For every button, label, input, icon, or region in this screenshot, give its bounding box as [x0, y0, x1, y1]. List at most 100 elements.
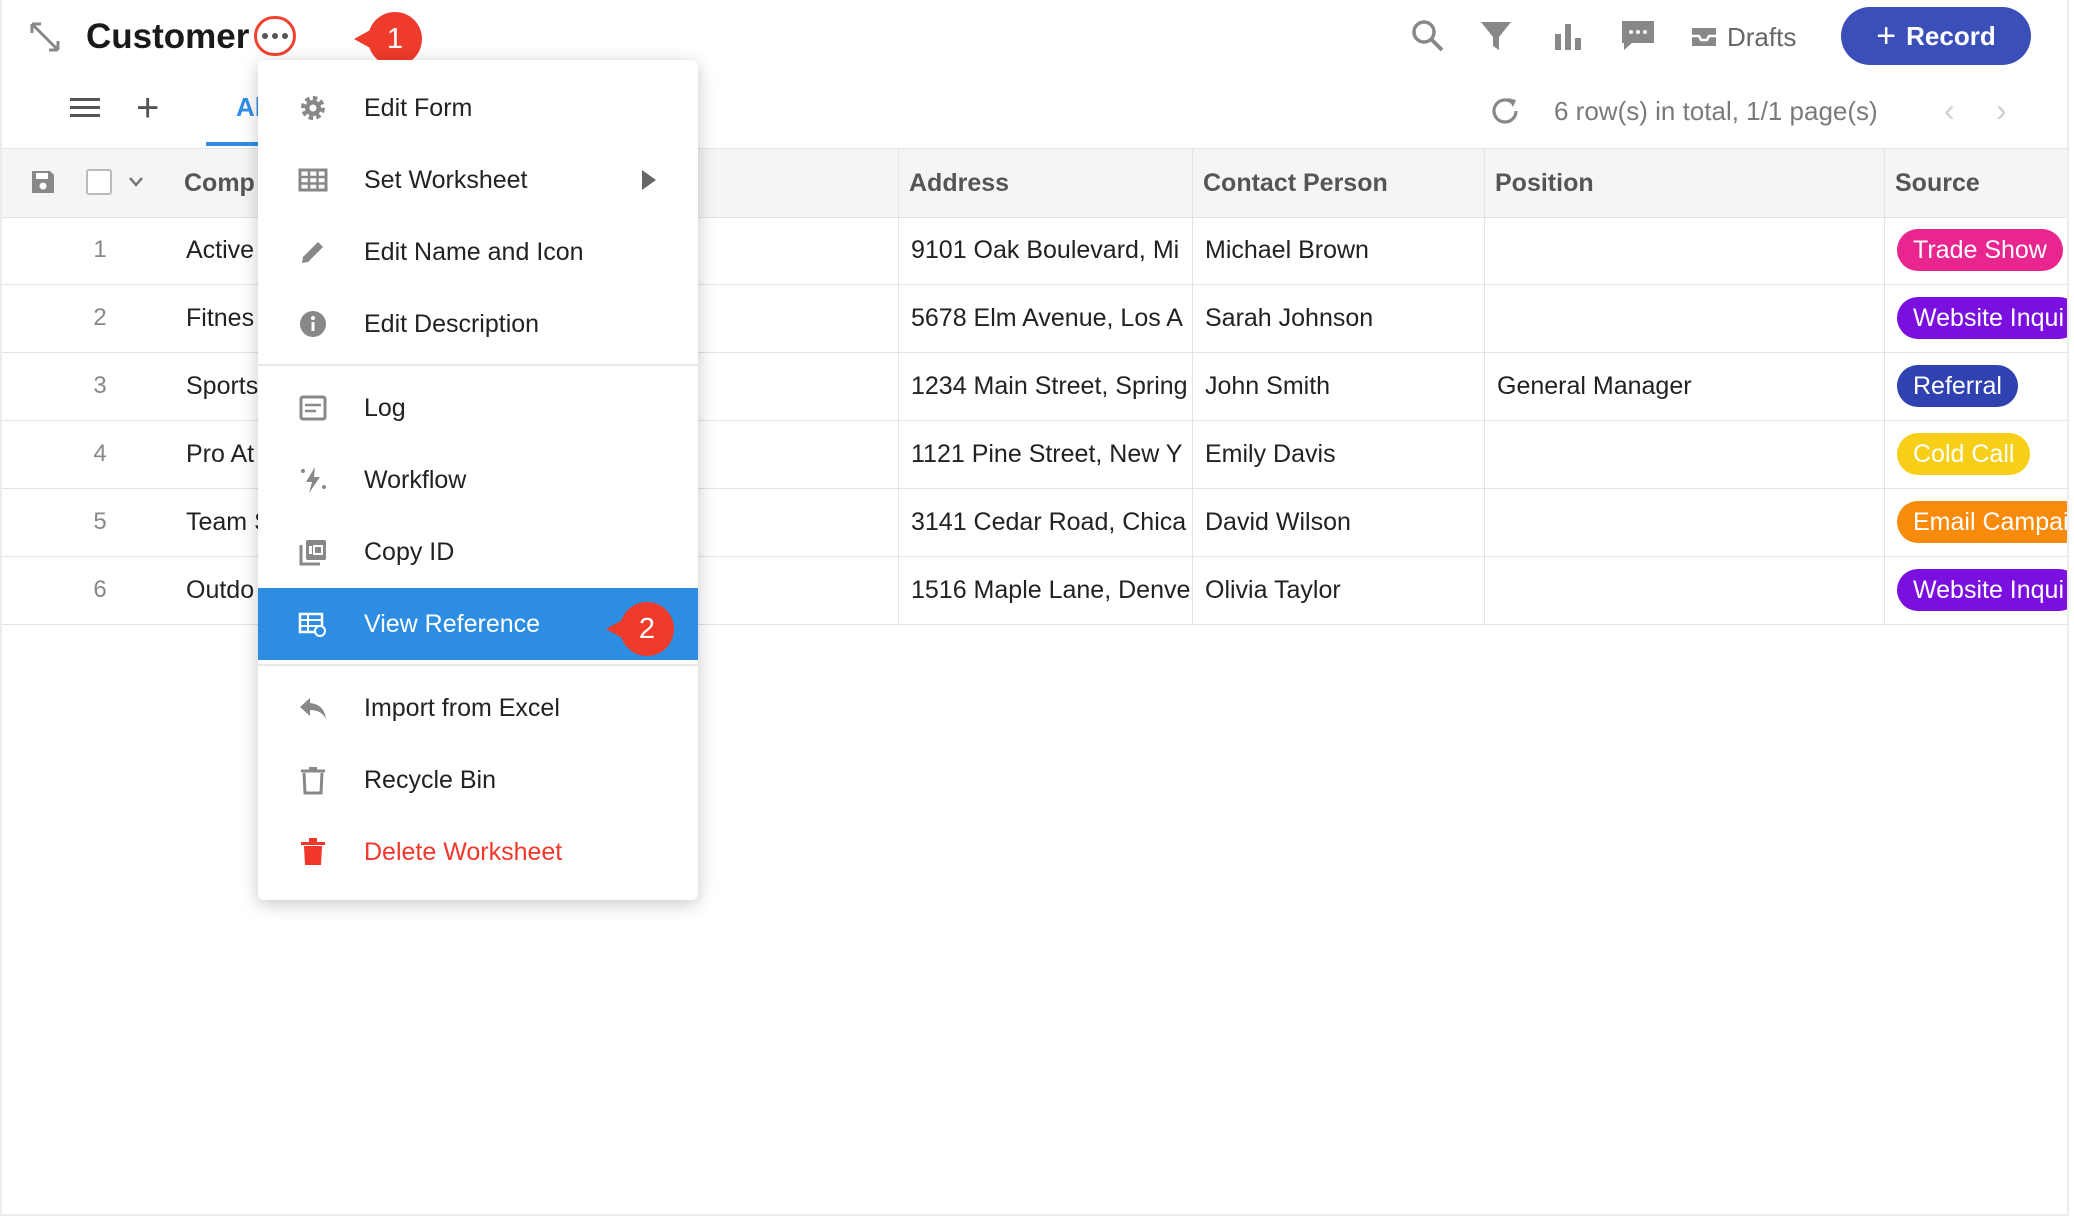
cell-source[interactable]: Referral — [1884, 352, 2067, 420]
active-tab-indicator — [206, 142, 264, 146]
menu-item-delete-worksheet[interactable]: Delete Worksheet — [258, 816, 698, 888]
select-all-checkbox[interactable] — [86, 169, 112, 195]
source-tag: Email Campai — [1897, 501, 2067, 543]
drafts-icon[interactable] — [1688, 20, 1720, 52]
row-number: 5 — [93, 508, 107, 535]
menu-item-label: Recycle Bin — [364, 766, 496, 794]
cell-contact-person[interactable]: David Wilson — [1192, 488, 1484, 556]
cell-position[interactable] — [1484, 216, 1884, 284]
column-header-source[interactable]: Source — [1884, 149, 2067, 217]
row-number: 6 — [93, 576, 107, 603]
menu-item-label: Workflow — [364, 466, 467, 494]
row-number: 2 — [93, 304, 107, 331]
menu-item-workflow[interactable]: Workflow — [258, 444, 698, 516]
reply-arrow-icon — [300, 698, 326, 719]
cell-address[interactable]: 1121 Pine Street, New Y — [898, 420, 1192, 488]
menu-item-import-from-excel[interactable]: Import from Excel — [258, 672, 698, 744]
menu-item-label: Edit Name and Icon — [364, 238, 584, 266]
table-grid-icon — [298, 168, 328, 192]
trash-outline-icon — [301, 767, 325, 795]
step-callout-2: 2 — [606, 602, 674, 656]
source-tag: Website Inqui — [1897, 569, 2067, 611]
discussion-icon[interactable] — [1618, 16, 1658, 56]
search-icon[interactable] — [1408, 16, 1448, 56]
workflow-icon — [301, 467, 326, 493]
page-title: Customer — [86, 17, 250, 56]
menu-item-edit-form[interactable]: Edit Form — [258, 72, 698, 144]
gear-icon — [301, 96, 325, 120]
filter-icon[interactable] — [1476, 16, 1516, 56]
cell-contact-person[interactable]: Olivia Taylor — [1192, 556, 1484, 624]
info-icon — [300, 311, 326, 337]
cell-address[interactable]: 5678 Elm Avenue, Los A — [898, 284, 1192, 352]
cell-address[interactable]: 9101 Oak Boulevard, Mi — [898, 216, 1192, 284]
add-record-label: Record — [1906, 20, 1996, 51]
add-view-button[interactable]: + — [136, 88, 159, 128]
menu-divider — [258, 664, 698, 666]
menu-item-label: Set Worksheet — [364, 166, 528, 194]
cell-address[interactable]: 3141 Cedar Road, Chica — [898, 488, 1192, 556]
trash-filled-icon — [301, 838, 325, 865]
more-options-button[interactable] — [254, 16, 296, 56]
source-tag: Trade Show — [1897, 229, 2063, 271]
view-list-icon[interactable] — [70, 96, 100, 120]
menu-item-edit-name-and-icon[interactable]: Edit Name and Icon — [258, 216, 698, 288]
cell-contact-person[interactable]: Michael Brown — [1192, 216, 1484, 284]
cell-position[interactable] — [1484, 420, 1884, 488]
menu-item-label: Delete Worksheet — [364, 838, 563, 866]
step-callout-1: 1 — [354, 12, 422, 66]
add-record-button[interactable]: + Record — [1841, 7, 2031, 65]
menu-item-label: View Reference — [364, 610, 541, 638]
submenu-arrow-icon — [642, 170, 656, 190]
drafts-link[interactable]: Drafts — [1727, 20, 1796, 54]
refresh-icon[interactable] — [1488, 94, 1522, 128]
more-dots-icon — [262, 33, 268, 39]
save-icon[interactable] — [30, 169, 56, 195]
menu-item-copy-id[interactable]: Copy ID — [258, 516, 698, 588]
source-tag: Referral — [1897, 365, 2018, 407]
worksheet-options-menu: Edit Form Set Worksheet Edit Name and Ic… — [258, 60, 698, 900]
menu-item-label: Edit Form — [364, 94, 473, 122]
menu-item-recycle-bin[interactable]: Recycle Bin — [258, 744, 698, 816]
cell-position[interactable] — [1484, 556, 1884, 624]
cell-source[interactable]: Website Inqui — [1884, 284, 2067, 352]
row-number: 4 — [93, 440, 107, 467]
source-tag: Website Inqui — [1897, 297, 2067, 339]
cell-address[interactable]: 1234 Main Street, Spring — [898, 352, 1192, 420]
menu-item-edit-description[interactable]: Edit Description — [258, 288, 698, 360]
pencil-icon — [302, 242, 323, 263]
menu-item-label: Log — [364, 394, 406, 422]
chevron-down-icon[interactable] — [128, 175, 144, 189]
cell-position[interactable] — [1484, 488, 1884, 556]
cell-contact-person[interactable]: John Smith — [1192, 352, 1484, 420]
reference-icon — [298, 612, 326, 637]
column-header-position[interactable]: Position — [1484, 149, 1884, 217]
column-header-contact-person[interactable]: Contact Person — [1192, 149, 1484, 217]
copy-id-icon — [299, 540, 326, 566]
cell-source[interactable]: Cold Call — [1884, 420, 2067, 488]
menu-item-set-worksheet[interactable]: Set Worksheet — [258, 144, 698, 216]
cell-source[interactable]: Email Campai — [1884, 488, 2067, 556]
collapse-arrows-icon[interactable] — [28, 20, 62, 54]
plus-icon: + — [1876, 17, 1897, 55]
menu-item-label: Edit Description — [364, 310, 540, 338]
log-icon — [299, 395, 327, 421]
source-tag: Cold Call — [1897, 433, 2031, 475]
cell-source[interactable]: Trade Show — [1884, 216, 2067, 284]
prev-page-button[interactable]: ‹ — [1944, 92, 1955, 129]
cell-contact-person[interactable]: Sarah Johnson — [1192, 284, 1484, 352]
menu-divider — [258, 364, 698, 366]
bar-chart-icon[interactable] — [1548, 16, 1588, 56]
cell-source[interactable]: Website Inqui — [1884, 556, 2067, 624]
cell-contact-person[interactable]: Emily Davis — [1192, 420, 1484, 488]
menu-item-log[interactable]: Log — [258, 372, 698, 444]
menu-item-label: Copy ID — [364, 538, 455, 566]
cell-address[interactable]: 1516 Maple Lane, Denve — [898, 556, 1192, 624]
column-header-address[interactable]: Address — [898, 149, 1192, 217]
menu-item-label: Import from Excel — [364, 694, 560, 722]
cell-position[interactable]: General Manager — [1484, 352, 1884, 420]
pagination-summary: 6 row(s) in total, 1/1 page(s) — [1554, 96, 1878, 126]
row-number: 3 — [93, 372, 107, 399]
next-page-button[interactable]: › — [1996, 92, 2007, 129]
cell-position[interactable] — [1484, 284, 1884, 352]
